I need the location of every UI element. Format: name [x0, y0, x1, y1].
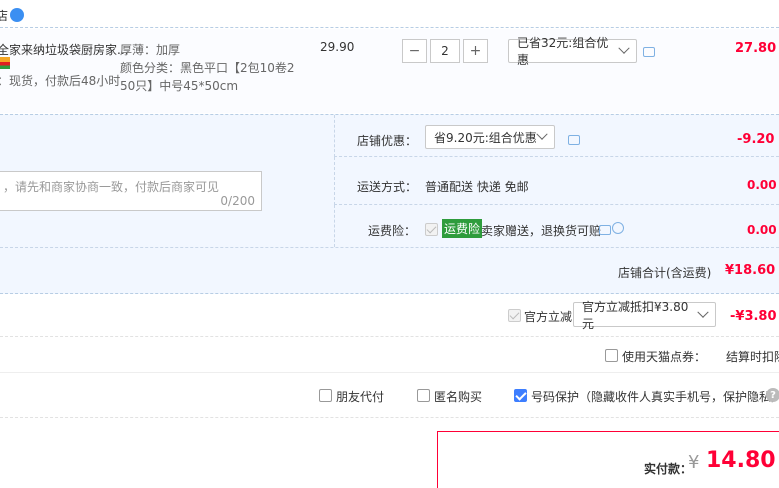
shop-discount-label: 店铺优惠： [357, 134, 418, 148]
shop-discount-row: 店铺优惠： 省9.20元:组合优惠 -9.20 [334, 115, 779, 157]
shop-discount-info-icon[interactable] [568, 135, 580, 145]
shop-total-row: 店铺合计(含运费) ¥18.60 [0, 247, 779, 295]
insurance-badge: 运费险 [442, 219, 483, 238]
actual-pay-currency: ¥ [688, 452, 700, 473]
shop-name-suffix: 店 [0, 9, 9, 23]
official-discount-row: 官方立减 官方立减抵扣¥3.80元 -¥3.80 [0, 295, 779, 337]
chevron-down-icon [618, 42, 630, 54]
shop-discount-select-value: 省9.20元:组合优惠 [434, 130, 537, 145]
points-checkbox[interactable] [605, 349, 618, 362]
item-attr-thickness: 厚薄：加厚 [120, 43, 181, 57]
help-icon-glyph: ? [770, 389, 776, 401]
actual-pay-label: 实付款： [644, 462, 693, 476]
insurance-checkbox [425, 223, 438, 236]
shop-discount-select[interactable]: 省9.20元:组合优惠 [425, 125, 555, 149]
quantity-value: 2 [441, 44, 449, 58]
shop-discount-value: -9.20 [737, 132, 775, 147]
anonymous-label[interactable]: 匿名购买 [434, 388, 482, 405]
insurance-label: 运费险： [368, 224, 417, 238]
shipping-method: 普通配送 快递 免邮 [425, 180, 529, 194]
insurance-value: 0.00 [747, 223, 777, 237]
chevron-down-icon [697, 306, 709, 318]
anonymous-checkbox[interactable] [417, 389, 430, 402]
insurance-chat-icon[interactable] [599, 225, 611, 235]
official-discount-label: 官方立减 [524, 310, 573, 324]
official-discount-value: -¥3.80 [730, 309, 777, 324]
shipping-row: 运送方式： 普通配送 快递 免邮 0.00 [334, 157, 779, 205]
help-icon[interactable]: ? [766, 388, 779, 402]
official-discount-select[interactable]: 官方立减抵扣¥3.80元 [573, 300, 716, 331]
shop-header: 店 [0, 0, 779, 28]
item-stock-status: ：现货，付款后48小时 [0, 74, 121, 88]
shop-summary-band: ，请先和商家协商一致，付款后商家可见 0/200 店铺优惠： 省9.20元:组合… [0, 114, 779, 294]
actual-pay-amount: 14.80 [706, 448, 776, 473]
shop-total-label: 店铺合计(含运费) [618, 266, 712, 280]
buyer-message-counter: 0/200 [220, 194, 255, 208]
unit-price: 29.90 [320, 40, 355, 54]
order-item-row: 全家来纳垃圾袋厨房家... ：现货，付款后48小时 厚薄：加厚 颜色分类：黑色平… [0, 29, 779, 113]
wangwang-icon[interactable] [10, 8, 24, 22]
quantity-input[interactable]: 2 [430, 39, 460, 63]
shipping-label: 运送方式： [357, 180, 418, 194]
number-protect-label[interactable]: 号码保护（隐藏收件人真实手机号，保护隐私） [531, 388, 779, 405]
quantity-minus-button[interactable]: − [402, 39, 427, 63]
item-subtotal: 27.80 [735, 41, 777, 56]
insurance-row: 运费险： 运费险 卖家赠送，退换货可赔 0.00 [334, 205, 779, 247]
options-row: 朋友代付 匿名购买 号码保护（隐藏收件人真实手机号，保护隐私） ? [0, 374, 779, 418]
friend-pay-label[interactable]: 朋友代付 [336, 388, 384, 405]
insurance-help-icon[interactable] [612, 222, 624, 234]
number-protect-checkbox[interactable] [514, 389, 527, 402]
plus-label: + [469, 43, 482, 59]
shop-total-value: ¥18.60 [725, 263, 776, 278]
item-attr-color-line1: 颜色分类：黑色平口【2包10卷2 [120, 61, 295, 75]
item-title[interactable]: 全家来纳垃圾袋厨房家... [0, 41, 128, 58]
points-note: 结算时扣除 [726, 350, 779, 364]
actual-pay-box: 实付款： ¥ 14.80 [437, 431, 779, 488]
official-discount-select-value: 官方立减抵扣¥3.80元 [582, 299, 689, 331]
points-label: 使用天猫点券： [622, 350, 707, 364]
quantity-plus-button[interactable]: + [463, 39, 488, 63]
item-promo-select-value: 已省32元:组合优惠 [517, 36, 609, 67]
promo-info-icon[interactable] [643, 47, 655, 57]
minus-label: − [408, 43, 421, 59]
item-promo-select[interactable]: 已省32元:组合优惠 [508, 36, 637, 67]
shipping-value: 0.00 [747, 178, 777, 192]
points-row: 使用天猫点券： 结算时扣除 [0, 337, 779, 373]
official-discount-checkbox [508, 309, 521, 322]
buyer-message-box[interactable]: ，请先和商家协商一致，付款后商家可见 0/200 [0, 171, 262, 211]
item-attr-color-line2: 50只】中号45*50cm [120, 79, 239, 93]
buyer-message-placeholder: ，请先和商家协商一致，付款后商家可见 [3, 180, 220, 194]
friend-pay-checkbox[interactable] [319, 389, 332, 402]
chevron-down-icon [536, 128, 548, 140]
insurance-text: 卖家赠送，退换货可赔 [481, 224, 602, 238]
payment-badge-icon [0, 57, 10, 69]
